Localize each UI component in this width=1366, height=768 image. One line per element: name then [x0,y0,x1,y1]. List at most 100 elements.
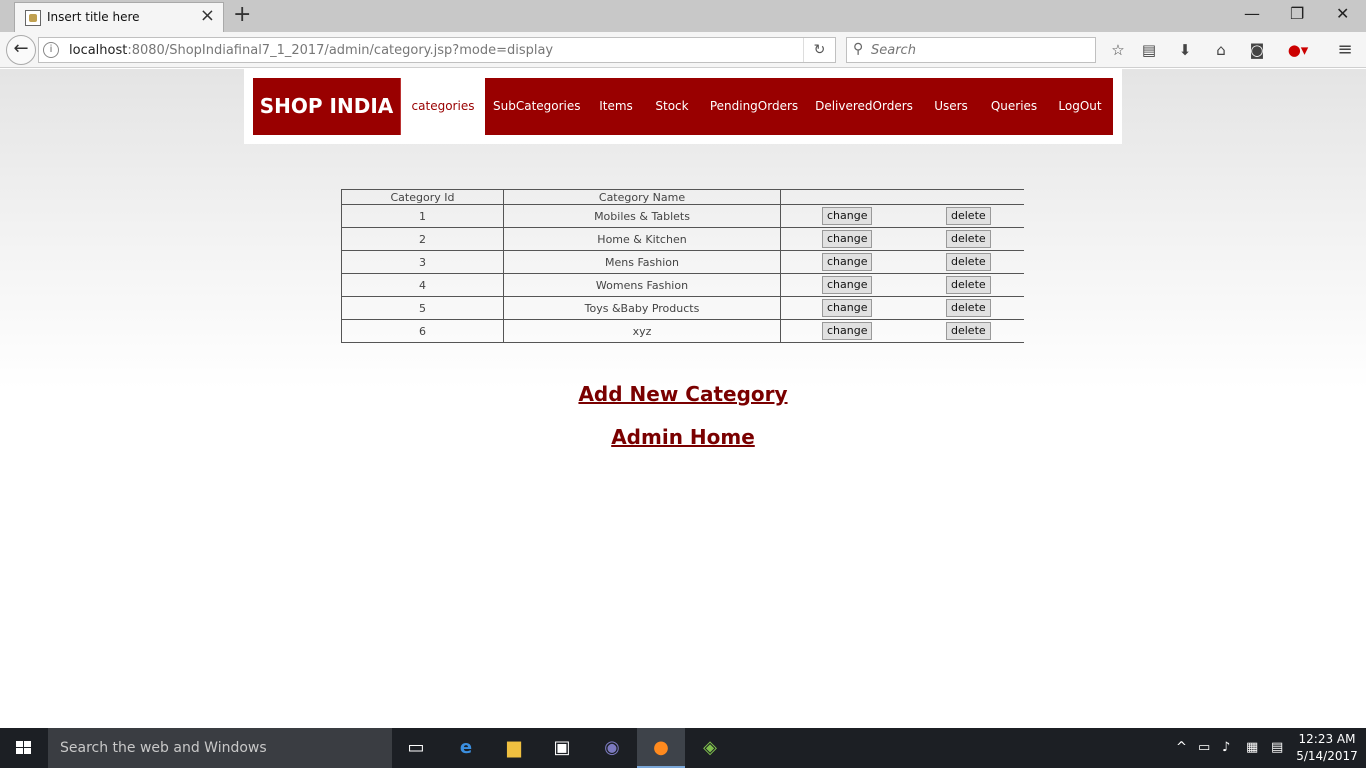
cell-actions: change delete [780,227,1024,251]
categories-table: Category Id Category Name 1 Mobiles & Ta… [341,189,1024,343]
delete-button[interactable]: delete [946,322,991,340]
admin-home-link[interactable]: Admin Home [611,425,755,449]
header-category-name: Category Name [503,189,781,205]
cell-category-name: xyz [503,319,781,343]
new-tab-icon[interactable]: + [233,3,251,27]
download-icon[interactable]: ⬇ [1175,40,1195,60]
cell-category-id: 6 [341,319,504,343]
header-category-id: Category Id [341,189,504,205]
main-menu: SHOP INDIA categories SubCategories Item… [253,78,1113,135]
header-actions [780,189,1024,205]
delete-button[interactable]: delete [946,299,991,317]
adblock-icon[interactable]: ●▾ [1284,40,1312,60]
browser-search-box[interactable]: ⚲ [846,37,1096,63]
menu-item-queries[interactable]: Queries [988,78,1040,135]
browser-search-input[interactable] [871,41,1091,59]
pocket-icon[interactable]: ◙ [1247,40,1267,60]
volume-icon[interactable]: ♪ [1222,740,1230,755]
reading-list-icon[interactable]: ▤ [1139,40,1159,60]
file-explorer-icon[interactable]: ▆ [490,728,538,768]
cell-category-name: Mens Fashion [503,250,781,274]
table-row: 6 xyz change delete [341,319,1024,343]
cell-actions: change delete [780,319,1024,343]
cell-category-name: Toys &Baby Products [503,296,781,320]
site-header: SHOP INDIA categories SubCategories Item… [244,69,1122,144]
taskbar-clock[interactable]: 12:23 AM 5/14/2017 [1296,731,1358,765]
menu-item-subcategories[interactable]: SubCategories [493,78,581,135]
menu-item-categories[interactable]: categories [401,78,485,135]
url-path: :8080/ShopIndiafinal7_1_2017/admin/categ… [127,43,554,58]
edge-icon[interactable]: e [442,728,490,768]
delete-button[interactable]: delete [946,276,991,294]
back-arrow-icon[interactable]: ← [6,35,36,65]
show-hidden-icons-icon[interactable]: ^ [1176,740,1187,755]
cell-category-id: 3 [341,250,504,274]
menu-item-pendingorders[interactable]: PendingOrders [709,78,799,135]
android-studio-icon[interactable]: ◈ [686,728,734,768]
cell-actions: change delete [780,250,1024,274]
table-row: 3 Mens Fashion change delete [341,250,1024,274]
restore-icon[interactable]: ❐ [1290,4,1304,24]
browser-tab-bar: Insert title here × + — ❐ ✕ [0,0,1366,32]
cell-category-name: Mobiles & Tablets [503,204,781,228]
network-icon[interactable]: ▦ [1246,740,1258,755]
close-tab-icon[interactable]: × [200,7,215,25]
change-button[interactable]: change [822,207,873,225]
change-button[interactable]: change [822,276,873,294]
delete-button[interactable]: delete [946,207,991,225]
change-button[interactable]: change [822,322,873,340]
delete-button[interactable]: delete [946,230,991,248]
menu-item-users[interactable]: Users [933,78,969,135]
add-category-link-row: Add New Category [0,382,1366,406]
reload-icon[interactable]: ↻ [803,38,835,62]
browser-toolbar: ← i localhost:8080/ShopIndiafinal7_1_201… [0,32,1366,68]
address-bar[interactable]: i localhost:8080/ShopIndiafinal7_1_2017/… [38,37,836,63]
menu-item-stock[interactable]: Stock [653,78,691,135]
table-row: 5 Toys &Baby Products change delete [341,296,1024,320]
cell-category-name: Home & Kitchen [503,227,781,251]
delete-button[interactable]: delete [946,253,991,271]
table-row: 1 Mobiles & Tablets change delete [341,204,1024,228]
start-button[interactable] [0,728,48,768]
site-info-icon[interactable]: i [43,42,59,58]
cell-actions: change delete [780,296,1024,320]
cell-category-id: 2 [341,227,504,251]
cell-actions: change delete [780,273,1024,297]
hamburger-menu-icon[interactable]: ≡ [1335,40,1355,60]
page-favicon-icon [25,10,41,26]
add-new-category-link[interactable]: Add New Category [578,382,787,406]
home-icon[interactable]: ⌂ [1211,40,1231,60]
cell-category-id: 4 [341,273,504,297]
url-host: localhost [69,43,128,58]
change-button[interactable]: change [822,299,873,317]
taskbar-search-box[interactable]: Search the web and Windows [48,728,392,768]
cell-category-id: 5 [341,296,504,320]
page-viewport: SHOP INDIA categories SubCategories Item… [0,69,1366,728]
change-button[interactable]: change [822,253,873,271]
url-text[interactable]: localhost:8080/ShopIndiafinal7_1_2017/ad… [69,43,553,58]
window-close-icon[interactable]: ✕ [1336,4,1349,24]
cell-category-name: Womens Fashion [503,273,781,297]
browser-tab[interactable]: Insert title here × [14,2,224,32]
store-icon[interactable]: ▣ [538,728,586,768]
change-button[interactable]: change [822,230,873,248]
menu-item-logout[interactable]: LogOut [1057,78,1103,135]
table-row: 2 Home & Kitchen change delete [341,227,1024,251]
table-header-row: Category Id Category Name [341,189,1024,205]
menu-item-deliveredorders[interactable]: DeliveredOrders [815,78,913,135]
firefox-icon[interactable]: ● [637,728,685,768]
power-icon[interactable]: ▭ [1198,740,1210,755]
tab-title: Insert title here [47,10,140,24]
admin-home-link-row: Admin Home [0,425,1366,449]
menu-item-items[interactable]: Items [597,78,635,135]
site-logo[interactable]: SHOP INDIA [253,78,401,135]
taskbar-search-placeholder: Search the web and Windows [60,740,267,756]
bookmark-star-icon[interactable]: ☆ [1108,40,1128,60]
clock-date: 5/14/2017 [1296,749,1358,763]
search-icon: ⚲ [853,41,864,57]
notifications-icon[interactable]: ▤ [1271,740,1283,755]
cell-actions: change delete [780,204,1024,228]
eclipse-icon[interactable]: ◉ [588,728,636,768]
minimize-icon[interactable]: — [1244,4,1260,24]
task-view-icon[interactable]: ▭ [392,728,440,768]
